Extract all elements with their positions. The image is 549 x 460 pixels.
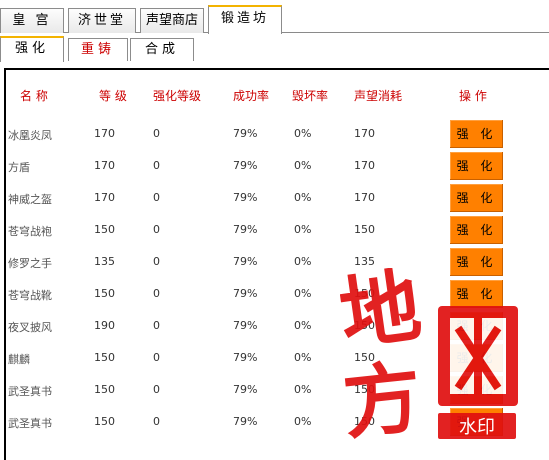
item-level: 170	[94, 127, 115, 140]
header-success-rate: 成功率	[233, 89, 270, 103]
item-name: 修罗之手	[8, 257, 52, 270]
item-name: 武圣真书	[8, 417, 52, 430]
item-success-rate: 79%	[233, 351, 258, 364]
item-reputation-cost: 170	[354, 159, 375, 172]
main-tab-bar: 皇 宫 济世堂 声望商店 锻造坊	[0, 0, 549, 34]
item-name: 麒麟	[8, 353, 30, 366]
item-enhance-level: 0	[153, 127, 160, 140]
item-success-rate: 79%	[233, 319, 258, 332]
item-name: 冰凰炎凤	[8, 129, 52, 142]
item-success-rate: 79%	[233, 127, 258, 140]
sub-tab-bar: 强化 重铸 合成	[0, 34, 549, 62]
item-reputation-cost: 150	[354, 319, 375, 332]
enhance-button[interactable]: 强 化	[450, 248, 503, 276]
tab-palace[interactable]: 皇 宫	[0, 8, 64, 33]
item-reputation-cost: 150	[354, 287, 375, 300]
item-destroy-rate: 0%	[294, 287, 312, 300]
enhance-button[interactable]: 强 化	[450, 376, 503, 404]
item-success-rate: 79%	[233, 159, 258, 172]
item-enhance-level: 0	[153, 223, 160, 236]
item-success-rate: 79%	[233, 415, 258, 428]
tab-reputation-shop[interactable]: 声望商店	[140, 8, 204, 33]
item-reputation-cost: 150	[354, 223, 375, 236]
item-reputation-cost: 150	[354, 415, 375, 428]
item-enhance-level: 0	[153, 415, 160, 428]
item-level: 170	[94, 191, 115, 204]
item-destroy-rate: 0%	[294, 319, 312, 332]
item-success-rate: 79%	[233, 287, 258, 300]
item-level: 150	[94, 223, 115, 236]
item-destroy-rate: 0%	[294, 383, 312, 396]
item-level: 150	[94, 415, 115, 428]
item-level: 150	[94, 287, 115, 300]
tab-recast[interactable]: 重铸	[68, 38, 128, 61]
item-level: 170	[94, 159, 115, 172]
item-destroy-rate: 0%	[294, 351, 312, 364]
item-name: 方盾	[8, 161, 30, 174]
header-enhance-level: 强化等级	[153, 89, 202, 103]
enhance-button[interactable]: 强 化	[450, 184, 503, 212]
enhance-button[interactable]: 强 化	[450, 344, 503, 372]
item-destroy-rate: 0%	[294, 415, 312, 428]
item-name: 神威之盔	[8, 193, 52, 206]
item-level: 190	[94, 319, 115, 332]
item-enhance-level: 0	[153, 351, 160, 364]
item-name: 夜叉披风	[8, 321, 52, 334]
enhance-button[interactable]: 强 化	[450, 120, 503, 148]
item-enhance-level: 0	[153, 319, 160, 332]
item-name: 苍穹战袍	[8, 225, 52, 238]
item-level: 135	[94, 255, 115, 268]
item-level: 150	[94, 383, 115, 396]
item-enhance-level: 0	[153, 159, 160, 172]
item-reputation-cost: 150	[354, 351, 375, 364]
header-action: 操 作	[459, 89, 487, 103]
item-reputation-cost: 170	[354, 127, 375, 140]
item-destroy-rate: 0%	[294, 223, 312, 236]
tab-combine[interactable]: 合成	[130, 38, 194, 61]
item-success-rate: 79%	[233, 223, 258, 236]
header-level: 等 级	[99, 89, 127, 103]
item-destroy-rate: 0%	[294, 127, 312, 140]
item-destroy-rate: 0%	[294, 159, 312, 172]
item-destroy-rate: 0%	[294, 191, 312, 204]
item-reputation-cost: 135	[354, 255, 375, 268]
item-name: 武圣真书	[8, 385, 52, 398]
tab-forge[interactable]: 锻造坊	[208, 5, 282, 34]
item-enhance-level: 0	[153, 255, 160, 268]
item-success-rate: 79%	[233, 255, 258, 268]
enhance-button[interactable]: 强 化	[450, 216, 503, 244]
item-reputation-cost: 170	[354, 191, 375, 204]
tab-jishitang[interactable]: 济世堂	[68, 8, 136, 33]
enhance-button[interactable]: 强 化	[450, 152, 503, 180]
item-enhance-level: 0	[153, 287, 160, 300]
item-enhance-level: 0	[153, 191, 160, 204]
header-name: 名 称	[20, 89, 48, 103]
item-reputation-cost: 150	[354, 383, 375, 396]
enhance-button[interactable]: 强 化	[450, 408, 503, 436]
item-success-rate: 79%	[233, 191, 258, 204]
item-level: 150	[94, 351, 115, 364]
item-enhance-level: 0	[153, 383, 160, 396]
tab-enhance[interactable]: 强化	[0, 36, 64, 62]
header-destroy-rate: 毁坏率	[292, 89, 329, 103]
enhance-button[interactable]: 强 化	[450, 312, 503, 340]
item-success-rate: 79%	[233, 383, 258, 396]
item-name: 苍穹战靴	[8, 289, 52, 302]
header-reputation-cost: 声望消耗	[354, 89, 403, 103]
item-destroy-rate: 0%	[294, 255, 312, 268]
enhance-button[interactable]: 强 化	[450, 280, 503, 308]
